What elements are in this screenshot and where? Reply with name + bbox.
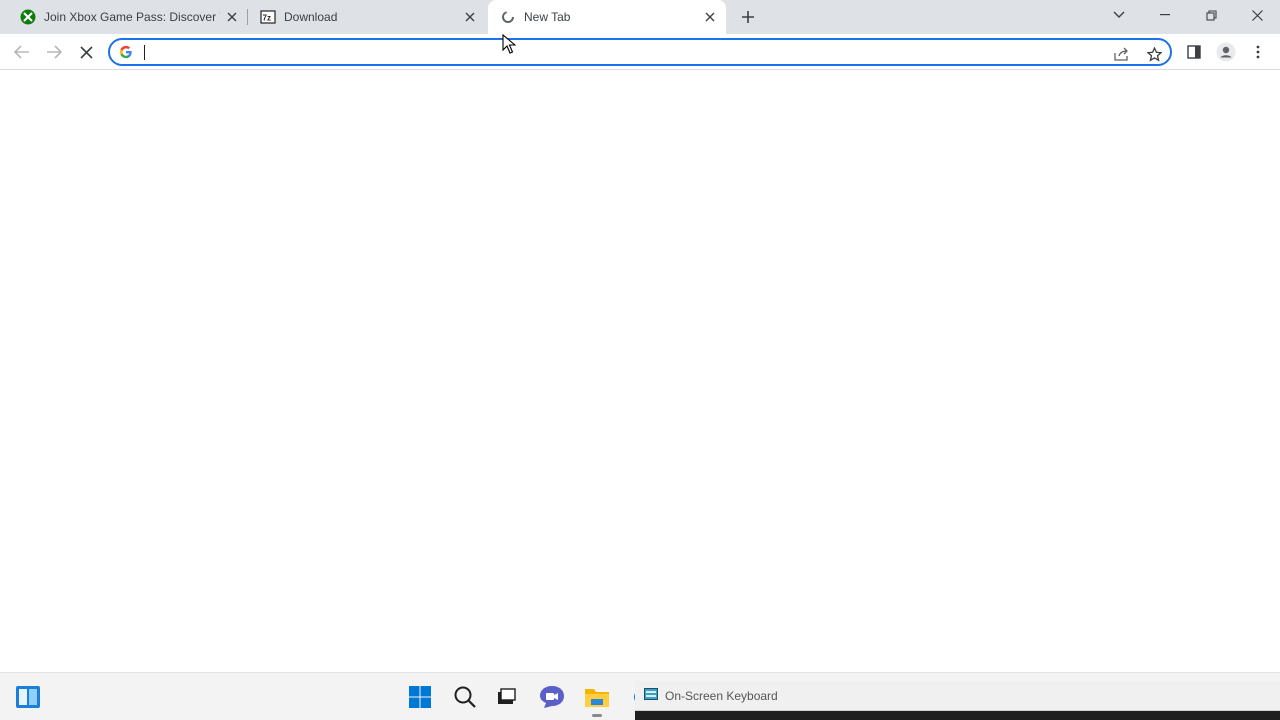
close-tab-icon[interactable] <box>224 9 240 25</box>
restore-icon <box>1205 9 1217 21</box>
forward-button[interactable] <box>42 40 66 64</box>
svg-text:7z: 7z <box>263 14 271 23</box>
profile-button[interactable] <box>1214 40 1238 64</box>
osk-title: On-Screen Keyboard <box>665 689 778 703</box>
task-view-icon <box>498 688 516 704</box>
avatar-icon <box>1216 42 1236 62</box>
back-button[interactable] <box>10 40 34 64</box>
start-button[interactable] <box>406 683 434 711</box>
tab-xbox[interactable]: Join Xbox Game Pass: Discover Yo <box>8 0 248 34</box>
star-icon <box>1146 46 1162 62</box>
7zip-icon: 7z <box>260 10 276 24</box>
tab-title: Download <box>284 10 338 24</box>
tab-search-button[interactable] <box>1096 0 1142 30</box>
side-panel-icon <box>1187 45 1201 59</box>
browser-toolbar <box>0 34 1280 70</box>
search-button[interactable] <box>451 683 479 711</box>
plus-icon <box>742 11 754 23</box>
text-caret <box>144 45 145 60</box>
search-icon <box>454 686 476 708</box>
tab-download[interactable]: 7z Download <box>248 0 488 34</box>
task-view-button[interactable] <box>492 683 520 711</box>
new-tab-button[interactable] <box>737 6 759 28</box>
xbox-icon <box>20 9 36 25</box>
more-vertical-icon <box>1256 45 1260 59</box>
file-explorer-button[interactable] <box>583 683 611 711</box>
widgets-button[interactable] <box>14 683 42 711</box>
side-panel-button[interactable] <box>1182 40 1206 64</box>
widgets-icon <box>16 686 40 708</box>
tab-strip: Join Xbox Game Pass: Discover Yo 7z Down… <box>0 0 1280 34</box>
google-icon <box>119 45 132 59</box>
chat-icon <box>540 686 564 708</box>
close-tab-icon[interactable] <box>702 9 718 25</box>
menu-button[interactable] <box>1246 40 1270 64</box>
on-screen-keyboard-window[interactable]: On-Screen Keyboard <box>635 681 1280 720</box>
bookmark-button[interactable] <box>1144 44 1164 64</box>
minimize-button[interactable] <box>1142 0 1188 30</box>
close-icon <box>1251 9 1263 21</box>
close-icon <box>79 45 93 59</box>
page-content <box>0 71 1280 672</box>
tab-title: Join Xbox Game Pass: Discover Yo <box>44 10 220 24</box>
restore-button[interactable] <box>1188 0 1234 30</box>
folder-icon <box>585 689 609 707</box>
share-icon <box>1114 47 1128 61</box>
address-bar[interactable] <box>108 38 1172 66</box>
osk-title-bar[interactable]: On-Screen Keyboard <box>635 681 1280 711</box>
tab-new-tab[interactable]: New Tab <box>488 0 726 34</box>
chevron-down-icon <box>1113 11 1125 18</box>
stop-loading-button[interactable] <box>74 40 98 64</box>
address-input[interactable] <box>142 43 1092 61</box>
running-indicator <box>592 714 602 717</box>
keyboard-icon <box>644 688 658 700</box>
arrow-right-icon <box>47 45 62 59</box>
tab-title: New Tab <box>524 10 571 24</box>
close-window-button[interactable] <box>1234 0 1280 30</box>
arrow-left-icon <box>14 45 29 59</box>
share-button[interactable] <box>1112 44 1132 64</box>
windows-icon <box>409 686 431 708</box>
minimize-icon <box>1160 14 1170 16</box>
close-tab-icon[interactable] <box>462 9 478 25</box>
mouse-cursor-icon <box>502 34 516 54</box>
loading-icon <box>502 11 514 23</box>
chat-button[interactable] <box>538 683 566 711</box>
